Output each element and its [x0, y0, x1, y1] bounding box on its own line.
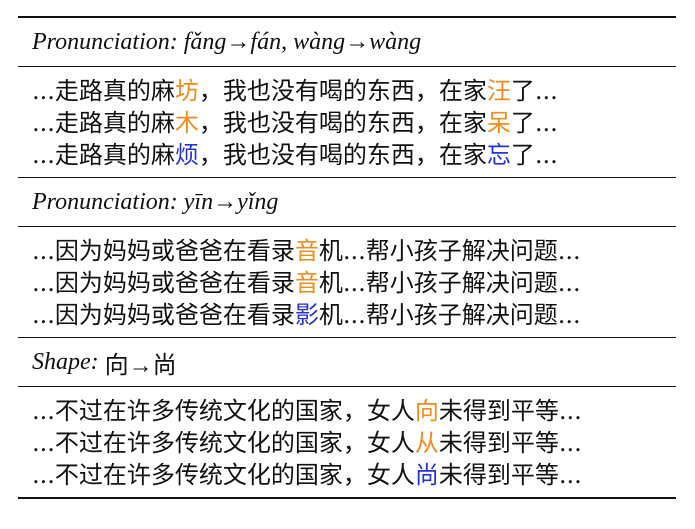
- row-text-middle: 机...帮小孩子解决问题...: [318, 269, 581, 297]
- example-row: ...因为妈妈或爸爸在看录音机...帮小孩子解决问题...: [32, 235, 676, 267]
- row-text-after: 了...: [510, 77, 558, 105]
- highlight-char: 向: [414, 397, 439, 425]
- row-text-before: ...因为妈妈或爸爸在看录: [32, 237, 295, 265]
- section-header: Shape: 向→尚: [18, 338, 676, 386]
- example-row: ...走路真的麻坊，我也没有喝的东西，在家汪了...: [32, 75, 676, 107]
- highlight-char: 影: [294, 301, 319, 329]
- section-detail: 向→尚: [104, 352, 177, 379]
- highlight-char: 烦: [174, 141, 199, 169]
- row-text-middle: ，我也没有喝的东西，在家: [198, 109, 487, 137]
- section-label: Shape:: [32, 348, 99, 375]
- row-text-middle: ，我也没有喝的东西，在家: [198, 77, 487, 105]
- example-row: ...因为妈妈或爸爸在看录影机...帮小孩子解决问题...: [32, 299, 676, 331]
- section-rows: ...不过在许多传统文化的国家，女人向未得到平等... ...不过在许多传统文化…: [18, 387, 676, 497]
- section-header: Pronunciation: fǎng→fán, wàng→wàng: [18, 18, 676, 66]
- example-row: ...走路真的麻烦，我也没有喝的东西，在家忘了...: [32, 139, 676, 171]
- examples-table: Pronunciation: fǎng→fán, wàng→wàng ...走路…: [18, 16, 676, 499]
- row-text-before: ...不过在许多传统文化的国家，女人: [32, 429, 415, 457]
- highlight-char: 汪: [486, 77, 511, 105]
- section-detail: fǎng→fán, wàng→wàng: [183, 28, 422, 55]
- example-row: ...走路真的麻木，我也没有喝的东西，在家呆了...: [32, 107, 676, 139]
- row-text-before: ...走路真的麻: [32, 77, 175, 105]
- row-text-before: ...不过在许多传统文化的国家，女人: [32, 461, 415, 489]
- row-text-before: ...不过在许多传统文化的国家，女人: [32, 397, 415, 425]
- example-row: ...不过在许多传统文化的国家，女人尚未得到平等...: [32, 459, 676, 491]
- highlight-char: 从: [414, 429, 439, 457]
- highlight-char: 木: [174, 109, 199, 137]
- row-text-middle: 未得到平等...: [438, 461, 582, 489]
- section-rows: ...因为妈妈或爸爸在看录音机...帮小孩子解决问题... ...因为妈妈或爸爸…: [18, 227, 676, 337]
- example-row: ...不过在许多传统文化的国家，女人从未得到平等...: [32, 427, 676, 459]
- section-detail: yīn→yǐng: [183, 188, 279, 215]
- example-row: ...不过在许多传统文化的国家，女人向未得到平等...: [32, 395, 676, 427]
- row-text-after: 了...: [510, 141, 558, 169]
- section-label: Pronunciation:: [32, 188, 178, 215]
- row-text-before: ...走路真的麻: [32, 141, 175, 169]
- section-label: Pronunciation:: [32, 28, 178, 55]
- row-text-middle: 机...帮小孩子解决问题...: [318, 237, 581, 265]
- row-text-before: ...因为妈妈或爸爸在看录: [32, 301, 295, 329]
- row-text-middle: 未得到平等...: [438, 397, 582, 425]
- row-text-middle: ，我也没有喝的东西，在家: [198, 141, 487, 169]
- row-text-before: ...因为妈妈或爸爸在看录: [32, 269, 295, 297]
- bottom-rule: [18, 497, 676, 499]
- section-rows: ...走路真的麻坊，我也没有喝的东西，在家汪了... ...走路真的麻木，我也没…: [18, 67, 676, 177]
- highlight-char: 坊: [174, 77, 199, 105]
- section-header: Pronunciation: yīn→yǐng: [18, 178, 676, 226]
- example-row: ...因为妈妈或爸爸在看录音机...帮小孩子解决问题...: [32, 267, 676, 299]
- highlight-char: 呆: [486, 109, 511, 137]
- row-text-middle: 机...帮小孩子解决问题...: [318, 301, 581, 329]
- highlight-char: 忘: [486, 141, 511, 169]
- row-text-after: 了...: [510, 109, 558, 137]
- highlight-char: 音: [294, 237, 319, 265]
- row-text-middle: 未得到平等...: [438, 429, 582, 457]
- row-text-before: ...走路真的麻: [32, 109, 175, 137]
- highlight-char: 音: [294, 269, 319, 297]
- highlight-char: 尚: [414, 461, 439, 489]
